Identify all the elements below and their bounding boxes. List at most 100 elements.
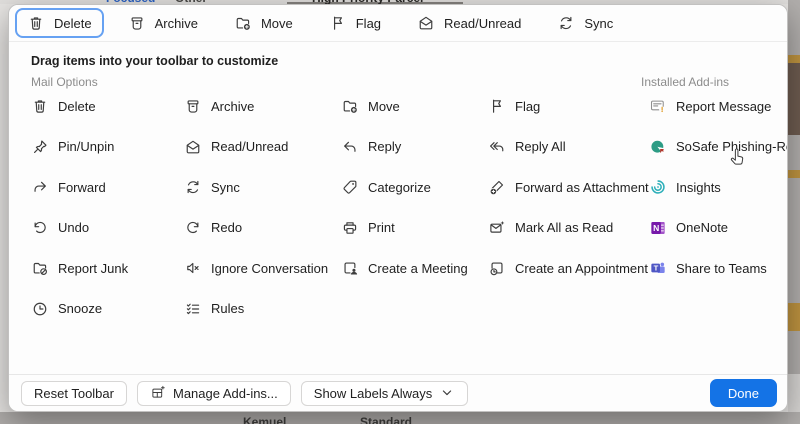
grid-column-3: Move Reply Categorize Print Create a Meeting — [341, 86, 468, 289]
option-label: Create an Appointment — [515, 261, 648, 276]
option-label: Report Junk — [58, 261, 128, 276]
options-grid: Delete Pin/Unpin Forward Undo Report Junk Sno… — [9, 86, 787, 369]
calendar-person-icon — [341, 259, 359, 277]
option-label: Read/Unread — [211, 139, 288, 154]
option-create-a-meeting[interactable]: Create a Meeting — [341, 248, 468, 289]
option-label: Reply All — [515, 139, 566, 154]
toolbar-item-label: Sync — [584, 16, 613, 31]
background-app-right-strip — [788, 0, 800, 424]
reset-toolbar-button[interactable]: Reset Toolbar — [21, 381, 127, 406]
option-forward-as-attachment[interactable]: Forward as Attachment — [488, 167, 649, 208]
option-onenote[interactable]: NOneNote — [649, 208, 788, 249]
option-label: Forward — [58, 180, 106, 195]
addin-sosafe-icon — [649, 138, 667, 156]
background-text-fragment: Standard — [360, 415, 412, 424]
sync-icon — [557, 14, 575, 32]
show-labels-dropdown[interactable]: Show Labels Always — [301, 381, 469, 406]
option-label: Sync — [211, 180, 240, 195]
option-flag[interactable]: Flag — [488, 86, 649, 127]
option-label: Pin/Unpin — [58, 139, 114, 154]
background-strip-segment — [788, 170, 800, 178]
option-label: Undo — [58, 220, 89, 235]
option-label: Forward as Attachment — [515, 180, 649, 195]
option-create-an-appointment[interactable]: Create an Appointment — [488, 248, 649, 289]
option-mark-all-as-read[interactable]: Mark All as Read — [488, 208, 649, 249]
trash-icon — [27, 14, 45, 32]
background-strip-segment — [788, 55, 800, 63]
screen: FocusedOtherHigh Priority Parcel KemuelS… — [0, 0, 800, 424]
option-label: Mark All as Read — [515, 220, 613, 235]
pin-icon — [31, 138, 49, 156]
toolbar-item-move[interactable]: Move — [222, 8, 305, 38]
option-pin-unpin[interactable]: Pin/Unpin — [31, 127, 128, 168]
mail-check-icon — [488, 219, 506, 237]
option-print[interactable]: Print — [341, 208, 468, 249]
option-rules[interactable]: Rules — [184, 289, 328, 330]
manage-addins-button[interactable]: Manage Add-ins... — [137, 381, 291, 406]
grid-column-5: Report Message SoSafe Phishing-Reportin In… — [649, 86, 788, 289]
folder-move-icon — [234, 14, 252, 32]
option-move[interactable]: Move — [341, 86, 468, 127]
calendar-clock-icon — [488, 259, 506, 277]
addin-teams-icon: T — [649, 259, 667, 277]
toolbar-item-label: Move — [261, 16, 293, 31]
sync-icon — [184, 178, 202, 196]
chevron-down-icon — [439, 385, 455, 401]
option-read-unread[interactable]: Read/Unread — [184, 127, 328, 168]
background-text-fragment: Kemuel — [243, 415, 286, 424]
option-label: Move — [368, 99, 400, 114]
background-strip-segment — [788, 63, 800, 135]
grid-column-4: Flag Reply All Forward as Attachment Mark A… — [488, 86, 649, 289]
addin-onenote-icon: N — [649, 219, 667, 237]
option-insights[interactable]: Insights — [649, 167, 788, 208]
done-button[interactable]: Done — [710, 379, 777, 407]
printer-icon — [341, 219, 359, 237]
toolbar-item-label: Read/Unread — [444, 16, 521, 31]
option-reply-all[interactable]: Reply All — [488, 127, 649, 168]
option-label: Create a Meeting — [368, 261, 468, 276]
option-categorize[interactable]: Categorize — [341, 167, 468, 208]
option-label: Archive — [211, 99, 254, 114]
option-label: Insights — [676, 180, 721, 195]
toolbar-item-delete[interactable]: Delete — [15, 8, 104, 38]
option-label: Categorize — [368, 180, 431, 195]
option-redo[interactable]: Redo — [184, 208, 328, 249]
toolbar-item-archive[interactable]: Archive — [116, 8, 210, 38]
folder-move-icon — [341, 97, 359, 115]
toolbar-item-flag[interactable]: Flag — [317, 8, 393, 38]
option-snooze[interactable]: Snooze — [31, 289, 128, 330]
option-ignore-conversation[interactable]: Ignore Conversation — [184, 248, 328, 289]
option-delete[interactable]: Delete — [31, 86, 128, 127]
reply-icon — [341, 138, 359, 156]
svg-text:N: N — [653, 223, 659, 233]
toolbar-item-sync[interactable]: Sync — [545, 8, 625, 38]
manage-addins-label: Manage Add-ins... — [173, 386, 278, 401]
option-label: Flag — [515, 99, 540, 114]
flag-icon — [488, 97, 506, 115]
option-sosafe-phishing-reportin[interactable]: SoSafe Phishing-Reportin — [649, 127, 788, 168]
option-report-junk[interactable]: Report Junk — [31, 248, 128, 289]
dialog-footer: Reset Toolbar Manage Add-ins... Show Lab… — [9, 374, 787, 411]
option-reply[interactable]: Reply — [341, 127, 468, 168]
toolbar-customize-dialog: DeleteArchiveMoveFlagRead/UnreadSync Dra… — [8, 4, 788, 412]
option-label: Redo — [211, 220, 242, 235]
archive-icon — [184, 97, 202, 115]
background-app-bottom: Kemuel Standard — [0, 412, 800, 424]
svg-text:T: T — [654, 264, 659, 273]
grid-column-2: Archive Read/Unread Sync Redo Ignore Convers… — [184, 86, 328, 329]
background-strip-segment — [788, 374, 800, 412]
option-archive[interactable]: Archive — [184, 86, 328, 127]
option-forward[interactable]: Forward — [31, 167, 128, 208]
grid-column-1: Delete Pin/Unpin Forward Undo Report Junk Sno… — [31, 86, 128, 329]
option-report-message[interactable]: Report Message — [649, 86, 788, 127]
option-label: Report Message — [676, 99, 771, 114]
option-label: Ignore Conversation — [211, 261, 328, 276]
option-sync[interactable]: Sync — [184, 167, 328, 208]
addin-report-icon — [649, 97, 667, 115]
option-share-to-teams[interactable]: TShare to Teams — [649, 248, 788, 289]
toolbar-item-label: Delete — [54, 16, 92, 31]
option-undo[interactable]: Undo — [31, 208, 128, 249]
option-label: Rules — [211, 301, 244, 316]
addin-insights-icon — [649, 178, 667, 196]
toolbar-item-read-unread[interactable]: Read/Unread — [405, 8, 533, 38]
